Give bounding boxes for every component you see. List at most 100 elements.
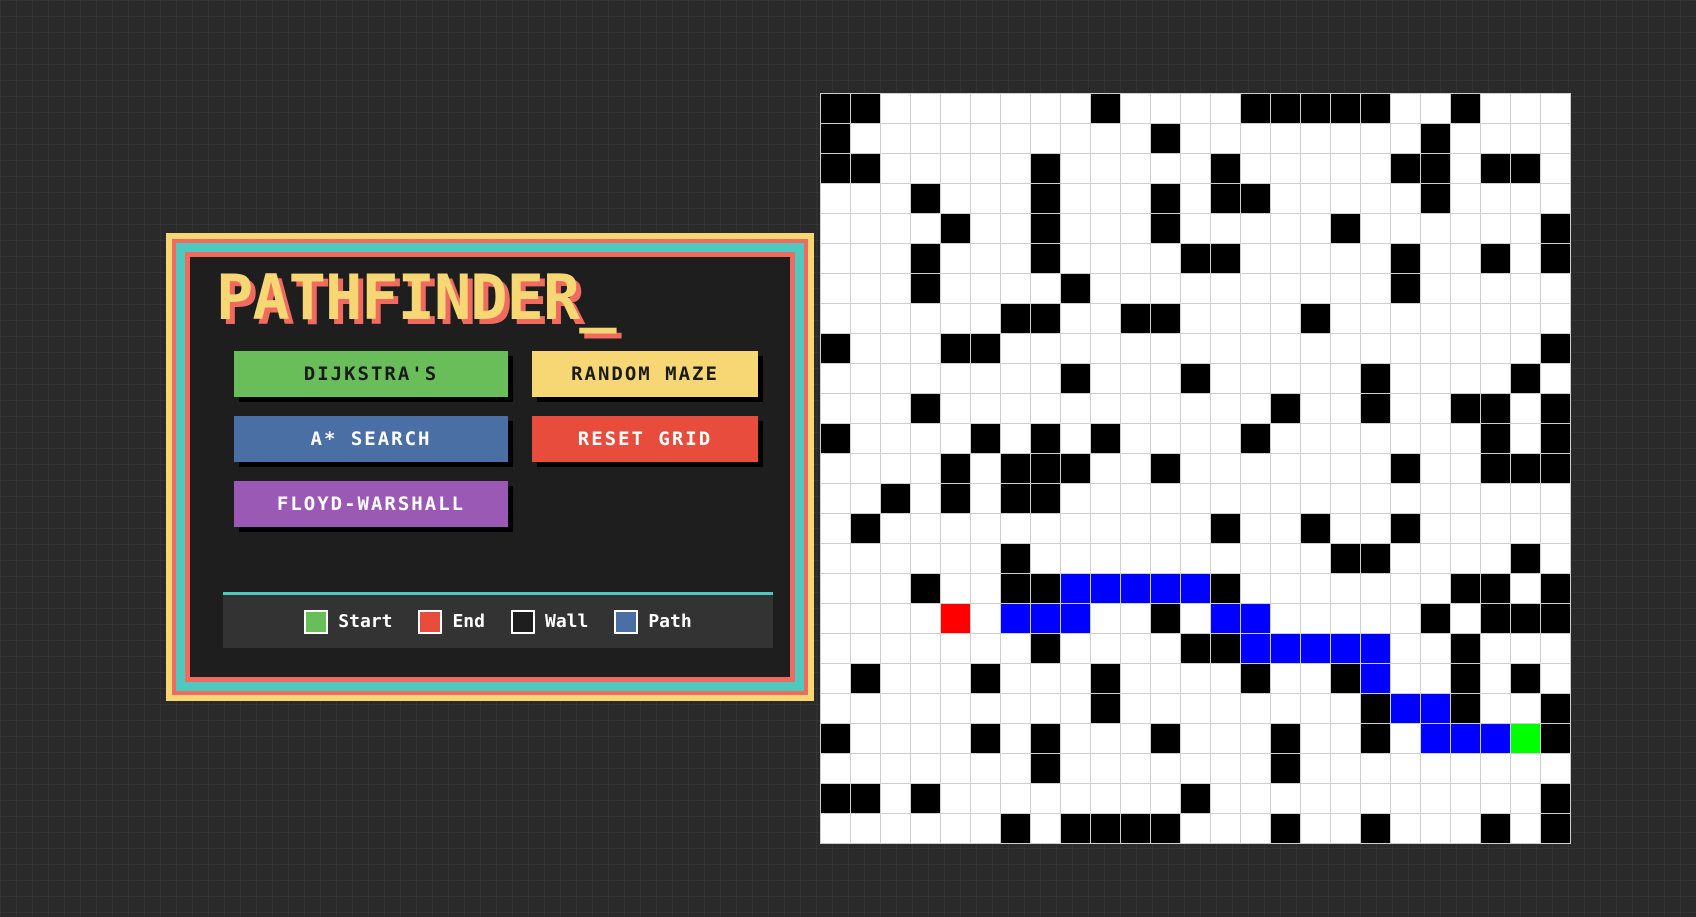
empty-cell[interactable] xyxy=(1211,784,1240,813)
empty-cell[interactable] xyxy=(1301,274,1330,303)
empty-cell[interactable] xyxy=(1091,244,1120,273)
empty-cell[interactable] xyxy=(1421,454,1450,483)
empty-cell[interactable] xyxy=(971,694,1000,723)
wall-cell[interactable] xyxy=(1511,664,1540,693)
empty-cell[interactable] xyxy=(1061,124,1090,153)
empty-cell[interactable] xyxy=(821,394,850,423)
empty-cell[interactable] xyxy=(1511,424,1540,453)
wall-cell[interactable] xyxy=(1421,124,1450,153)
empty-cell[interactable] xyxy=(851,214,880,243)
empty-cell[interactable] xyxy=(1451,424,1480,453)
empty-cell[interactable] xyxy=(1151,424,1180,453)
empty-cell[interactable] xyxy=(1061,304,1090,333)
empty-cell[interactable] xyxy=(1451,604,1480,633)
empty-cell[interactable] xyxy=(1511,274,1540,303)
wall-cell[interactable] xyxy=(1361,94,1390,123)
dijkstra-button[interactable]: DIJKSTRA'S xyxy=(234,351,508,397)
empty-cell[interactable] xyxy=(881,574,910,603)
empty-cell[interactable] xyxy=(1031,814,1060,843)
wall-cell[interactable] xyxy=(851,154,880,183)
empty-cell[interactable] xyxy=(1211,664,1240,693)
empty-cell[interactable] xyxy=(1421,514,1450,543)
path-cell[interactable] xyxy=(1091,574,1120,603)
wall-cell[interactable] xyxy=(911,274,940,303)
empty-cell[interactable] xyxy=(1181,454,1210,483)
empty-cell[interactable] xyxy=(911,304,940,333)
empty-cell[interactable] xyxy=(1091,604,1120,633)
empty-cell[interactable] xyxy=(1241,394,1270,423)
empty-cell[interactable] xyxy=(971,94,1000,123)
wall-cell[interactable] xyxy=(1481,604,1510,633)
wall-cell[interactable] xyxy=(1361,364,1390,393)
path-cell[interactable] xyxy=(1061,604,1090,633)
wall-cell[interactable] xyxy=(1031,484,1060,513)
empty-cell[interactable] xyxy=(1391,124,1420,153)
wall-cell[interactable] xyxy=(1151,124,1180,153)
empty-cell[interactable] xyxy=(1091,364,1120,393)
wall-cell[interactable] xyxy=(1031,574,1060,603)
empty-cell[interactable] xyxy=(1091,634,1120,663)
empty-cell[interactable] xyxy=(971,544,1000,573)
empty-cell[interactable] xyxy=(1211,544,1240,573)
empty-cell[interactable] xyxy=(911,814,940,843)
empty-cell[interactable] xyxy=(1421,364,1450,393)
empty-cell[interactable] xyxy=(881,754,910,783)
path-cell[interactable] xyxy=(1331,634,1360,663)
empty-cell[interactable] xyxy=(881,814,910,843)
empty-cell[interactable] xyxy=(1481,184,1510,213)
empty-cell[interactable] xyxy=(971,784,1000,813)
empty-cell[interactable] xyxy=(1391,184,1420,213)
empty-cell[interactable] xyxy=(1421,784,1450,813)
wall-cell[interactable] xyxy=(1391,454,1420,483)
empty-cell[interactable] xyxy=(911,604,940,633)
empty-cell[interactable] xyxy=(1301,214,1330,243)
path-cell[interactable] xyxy=(1061,574,1090,603)
empty-cell[interactable] xyxy=(1331,184,1360,213)
empty-cell[interactable] xyxy=(1031,274,1060,303)
wall-cell[interactable] xyxy=(1271,814,1300,843)
empty-cell[interactable] xyxy=(1151,394,1180,423)
wall-cell[interactable] xyxy=(971,424,1000,453)
wall-cell[interactable] xyxy=(1451,634,1480,663)
wall-cell[interactable] xyxy=(1061,364,1090,393)
empty-cell[interactable] xyxy=(1301,454,1330,483)
empty-cell[interactable] xyxy=(1391,364,1420,393)
empty-cell[interactable] xyxy=(1391,544,1420,573)
empty-cell[interactable] xyxy=(1241,574,1270,603)
empty-cell[interactable] xyxy=(1481,364,1510,393)
empty-cell[interactable] xyxy=(1031,694,1060,723)
empty-cell[interactable] xyxy=(1181,484,1210,513)
end-cell[interactable] xyxy=(941,604,970,633)
empty-cell[interactable] xyxy=(1481,484,1510,513)
empty-cell[interactable] xyxy=(1061,424,1090,453)
empty-cell[interactable] xyxy=(1421,394,1450,423)
wall-cell[interactable] xyxy=(1301,94,1330,123)
wall-cell[interactable] xyxy=(1091,424,1120,453)
empty-cell[interactable] xyxy=(911,454,940,483)
empty-cell[interactable] xyxy=(1421,304,1450,333)
empty-cell[interactable] xyxy=(1301,574,1330,603)
wall-cell[interactable] xyxy=(1031,424,1060,453)
wall-cell[interactable] xyxy=(1061,454,1090,483)
wall-cell[interactable] xyxy=(911,784,940,813)
empty-cell[interactable] xyxy=(1271,574,1300,603)
wall-cell[interactable] xyxy=(1031,184,1060,213)
wall-cell[interactable] xyxy=(1211,184,1240,213)
empty-cell[interactable] xyxy=(1271,514,1300,543)
wall-cell[interactable] xyxy=(821,154,850,183)
empty-cell[interactable] xyxy=(1001,154,1030,183)
empty-cell[interactable] xyxy=(1271,454,1300,483)
empty-cell[interactable] xyxy=(941,754,970,783)
empty-cell[interactable] xyxy=(1091,754,1120,783)
empty-cell[interactable] xyxy=(1061,544,1090,573)
empty-cell[interactable] xyxy=(1121,664,1150,693)
empty-cell[interactable] xyxy=(1511,634,1540,663)
path-cell[interactable] xyxy=(1361,664,1390,693)
wall-cell[interactable] xyxy=(1211,514,1240,543)
empty-cell[interactable] xyxy=(1151,514,1180,543)
empty-cell[interactable] xyxy=(1211,94,1240,123)
empty-cell[interactable] xyxy=(941,244,970,273)
empty-cell[interactable] xyxy=(1241,334,1270,363)
empty-cell[interactable] xyxy=(941,574,970,603)
wall-cell[interactable] xyxy=(911,184,940,213)
